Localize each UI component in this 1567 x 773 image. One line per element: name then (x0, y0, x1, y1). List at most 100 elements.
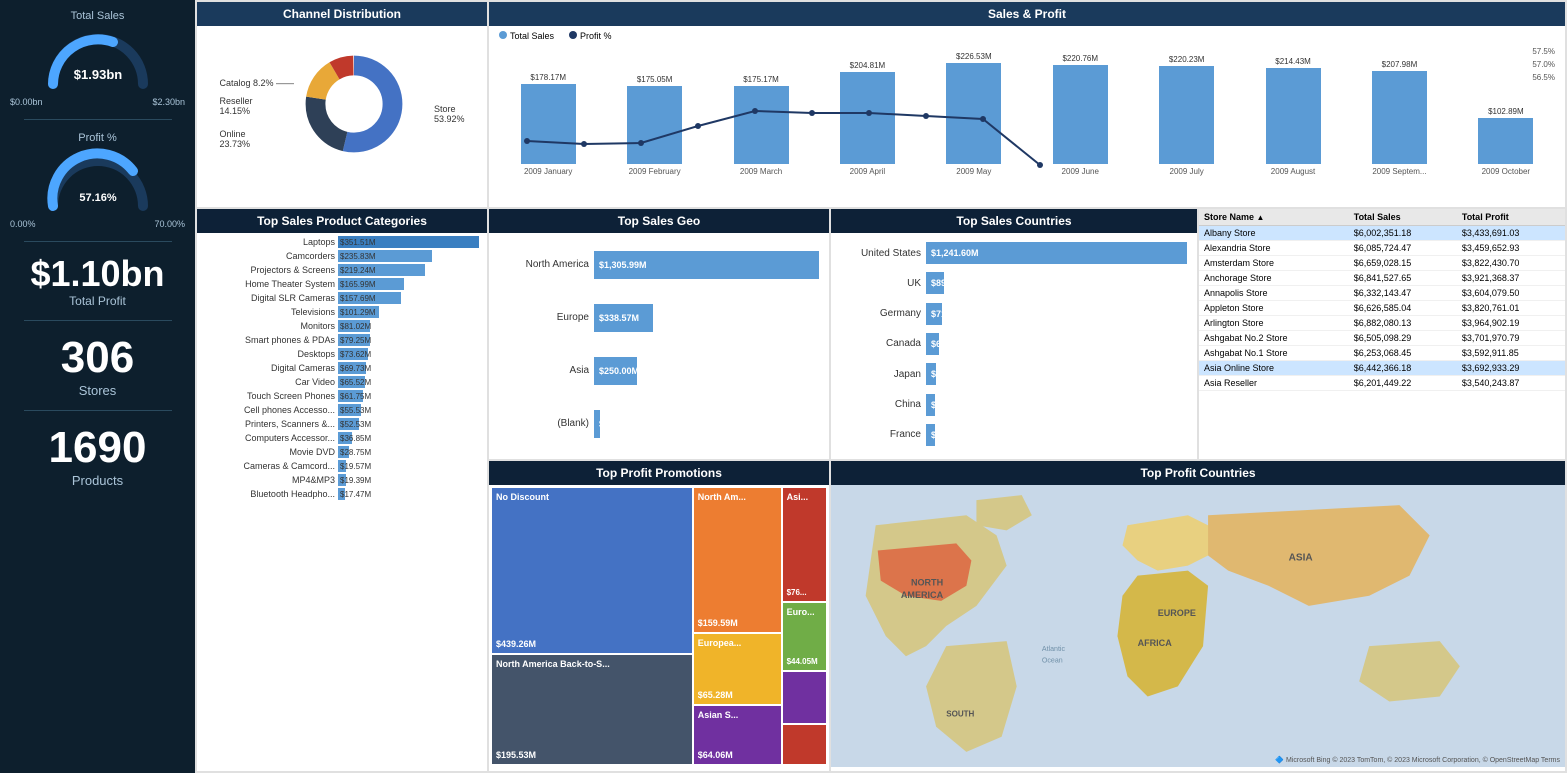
store-name-cell: Appleton Store (1199, 301, 1349, 316)
bar-apr: $204.81M 2009 April (818, 61, 916, 176)
bing-logo: 🔷 Microsoft Bing (1275, 757, 1330, 764)
store-name-cell: Amsterdam Store (1199, 256, 1349, 271)
table-row[interactable]: Ashgabat No.2 Store $6,505,098.29 $3,701… (1199, 331, 1565, 346)
sales-profit-header: Sales & Profit (489, 2, 1565, 26)
store-profit-cell: $3,692,933.29 (1457, 361, 1565, 376)
bar-may: $226.53M 2009 May (925, 52, 1023, 176)
cat-desktops: Desktops $73.62M (205, 348, 479, 360)
map-header: Top Profit Countries (831, 461, 1565, 485)
cat-home-theater: Home Theater System $165.99M (205, 278, 479, 290)
store-profit-cell: $3,820,761.01 (1457, 301, 1565, 316)
table-row[interactable]: Anchorage Store $6,841,527.65 $3,921,368… (1199, 271, 1565, 286)
store-sales-cell: $6,841,527.65 (1349, 271, 1457, 286)
na-backto-value: $195.53M (496, 750, 536, 760)
asian-s-label: Asian S... (698, 710, 739, 720)
store-name-cell: Asia Reseller (1199, 376, 1349, 391)
catalog-label: Catalog 8.2% —— (219, 78, 294, 88)
table-row[interactable]: Appleton Store $6,626,585.04 $3,820,761.… (1199, 301, 1565, 316)
cat-bluetooth: Bluetooth Headpho... $17.47M (205, 488, 479, 500)
legend-total-sales: Total Sales (499, 31, 554, 41)
north-am-label: North Am... (698, 492, 746, 502)
table-row[interactable]: Alexandria Store $6,085,724.47 $3,459,65… (1199, 241, 1565, 256)
countries-panel: Top Sales Countries United States $1,241… (831, 209, 1197, 459)
table-row[interactable]: Asia Reseller $6,201,449.22 $3,540,243.8… (1199, 376, 1565, 391)
treemap-asian-s: Asian S... $64.06M (694, 706, 781, 764)
total-sales-section: Total Sales $1.93bn $0.00bn $2.30bn (5, 10, 190, 107)
cat-movie-dvd: Movie DVD $28.75M (205, 446, 479, 458)
profit-range: 0.00% 70.00% (5, 219, 190, 229)
table-row[interactable]: Arlington Store $6,882,080.13 $3,964,902… (1199, 316, 1565, 331)
treemap-xsmall (783, 725, 826, 764)
table-row[interactable]: Asia Online Store $6,442,366.18 $3,692,9… (1199, 361, 1565, 376)
categories-panel: Top Sales Product Categories Laptops $35… (197, 209, 487, 771)
total-profit-value: $1.10bn (5, 254, 190, 294)
country-germany: Germany $71.06M (841, 303, 1187, 325)
store-sales-cell: $6,626,585.04 (1349, 301, 1457, 316)
total-sales-max: $2.30bn (152, 97, 185, 107)
copyright-text: © 2023 TomTom, © 2023 Microsoft Corporat… (1332, 757, 1560, 764)
total-sales-value: $1.93bn (73, 67, 121, 82)
geo-panel: Top Sales Geo North America $1,305.99M E… (489, 209, 829, 459)
table-row[interactable]: Albany Store $6,002,351.18 $3,433,691.03 (1199, 226, 1565, 241)
table-row[interactable]: Annapolis Store $6,332,143.47 $3,604,079… (1199, 286, 1565, 301)
profit-min: 0.00% (10, 219, 36, 229)
bar-aug: $214.43M 2009 August (1244, 57, 1342, 176)
no-discount-value: $439.26M (496, 639, 536, 649)
asian-s-value: $64.06M (698, 750, 733, 760)
cat-monitors: Monitors $81.02M (205, 320, 479, 332)
treemap-left: No Discount $439.26M North America Back-… (492, 488, 692, 764)
store-sales-cell: $6,253,068.45 (1349, 346, 1457, 361)
promotions-header: Top Profit Promotions (489, 461, 829, 485)
country-canada: Canada $64.39M (841, 333, 1187, 355)
cat-computers-acc: Computers Accessor... $36.85M (205, 432, 479, 444)
col-total-sales[interactable]: Total Sales (1349, 209, 1457, 226)
store-profit-cell: $3,592,911.85 (1457, 346, 1565, 361)
store-sales-cell: $6,201,449.22 (1349, 376, 1457, 391)
country-france: France $43.51M (841, 424, 1187, 446)
store-profit-cell: $3,701,970.79 (1457, 331, 1565, 346)
store-name-cell: Ashgabat No.1 Store (1199, 346, 1349, 361)
cat-touch-phones: Touch Screen Phones $61.75M (205, 390, 479, 402)
table-row[interactable]: Amsterdam Store $6,659,028.15 $3,822,430… (1199, 256, 1565, 271)
table-row[interactable]: Ashgabat No.1 Store $6,253,068.45 $3,592… (1199, 346, 1565, 361)
stores-value: 306 (5, 333, 190, 383)
asi-label: Asi... (787, 492, 809, 502)
categories-content: Laptops $351.51M Camcorders $235.83M Pro… (197, 233, 487, 767)
bar-oct: $102.89M 2009 October (1457, 107, 1555, 176)
col-store-name[interactable]: Store Name ▲ (1199, 209, 1349, 226)
sales-profit-panel: Sales & Profit Total Sales Profit % 57.5… (489, 2, 1565, 207)
atlantic-text: Atlantic (1042, 646, 1066, 653)
geo-blank: (Blank) $31.45M (499, 410, 819, 438)
country-uk: UK $89.39M (841, 272, 1187, 294)
total-profit-label: Total Profit (5, 294, 190, 308)
store-profit-cell: $3,459,652.93 (1457, 241, 1565, 256)
store-profit-cell: $3,604,079.50 (1457, 286, 1565, 301)
total-sales-gauge: $1.93bn (38, 24, 158, 94)
store-label: Store53.92% (434, 104, 465, 124)
treemap-right: Asi... $76... Euro... $44.05M (783, 488, 826, 764)
legend-profit: Profit % (569, 31, 612, 41)
products-value: 1690 (5, 423, 190, 473)
country-japan: Japan $51.66M (841, 363, 1187, 385)
dashboard: Total Sales $1.93bn $0.00bn $2.30bn Prof… (0, 0, 1567, 764)
europea-label: Europea... (698, 638, 742, 648)
geo-asia: Asia $250.00M (499, 357, 819, 385)
north-am-value: $159.59M (698, 618, 738, 628)
total-sales-label: Total Sales (5, 10, 190, 22)
euro-value: $44.05M (787, 657, 818, 666)
store-sales-cell: $6,442,366.18 (1349, 361, 1457, 376)
store-name-cell: Anchorage Store (1199, 271, 1349, 286)
total-sales-min: $0.00bn (10, 97, 43, 107)
treemap-na-backto: North America Back-to-S... $195.53M (492, 655, 692, 764)
cat-smartphones: Smart phones & PDAs $79.25M (205, 334, 479, 346)
geo-header: Top Sales Geo (489, 209, 829, 233)
col-total-profit[interactable]: Total Profit (1457, 209, 1565, 226)
profit-pct-2: 57.0% (1532, 59, 1555, 72)
store-table-wrapper[interactable]: Store Name ▲ Total Sales Total Profit Al… (1199, 209, 1565, 459)
store-name-cell: Asia Online Store (1199, 361, 1349, 376)
ocean-text: Ocean (1042, 657, 1063, 664)
store-name-cell: Albany Store (1199, 226, 1349, 241)
store-name-cell: Alexandria Store (1199, 241, 1349, 256)
south-text: SOUTH (946, 710, 974, 719)
channel-distribution-panel: Channel Distribution Catalog 8.2% —— Res… (197, 2, 487, 207)
